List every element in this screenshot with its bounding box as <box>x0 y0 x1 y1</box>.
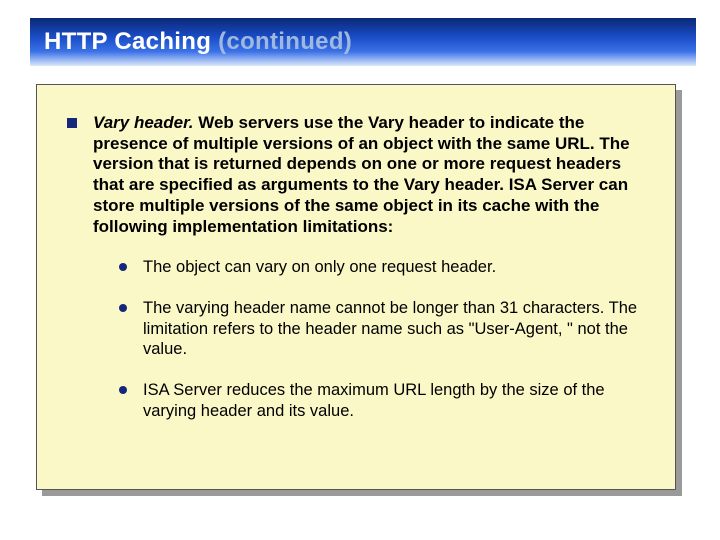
sub-item-text: The varying header name cannot be longer… <box>143 298 645 360</box>
main-bullet-item: Vary header. Web servers use the Vary he… <box>67 113 645 237</box>
slide-title: HTTP Caching (continued) <box>44 28 352 56</box>
round-bullet-icon <box>119 304 127 312</box>
main-item-lead: Vary header. <box>93 113 194 132</box>
list-item: ISA Server reduces the maximum URL lengt… <box>119 380 645 421</box>
list-item: The varying header name cannot be longer… <box>119 298 645 360</box>
title-bar: HTTP Caching (continued) <box>30 18 696 66</box>
sub-item-text: ISA Server reduces the maximum URL lengt… <box>143 380 645 421</box>
sub-list: The object can vary on only one request … <box>119 257 645 421</box>
round-bullet-icon <box>119 386 127 394</box>
sub-item-text: The object can vary on only one request … <box>143 257 496 278</box>
list-item: The object can vary on only one request … <box>119 257 645 278</box>
round-bullet-icon <box>119 263 127 271</box>
main-item-text: Vary header. Web servers use the Vary he… <box>93 113 645 237</box>
content-box: Vary header. Web servers use the Vary he… <box>36 84 676 490</box>
square-bullet-icon <box>67 118 77 128</box>
slide: HTTP Caching (continued) Vary header. We… <box>0 0 720 540</box>
title-continued: (continued) <box>218 28 352 55</box>
title-main: HTTP Caching <box>44 28 218 55</box>
